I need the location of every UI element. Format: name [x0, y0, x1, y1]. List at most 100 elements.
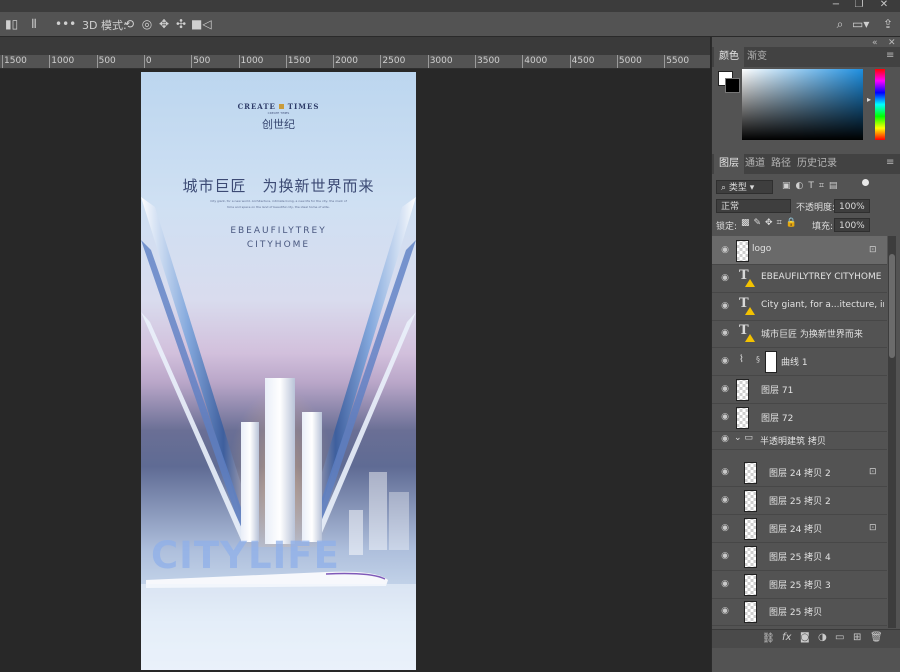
layer-name: 图层 72	[761, 413, 794, 424]
layer-row[interactable]: ◉ ⌇ § 曲线 1	[712, 347, 887, 377]
more-icon[interactable]: •••	[55, 17, 76, 31]
hue-slider-handle-icon[interactable]: ▸	[867, 95, 871, 104]
ruler-label: 500	[193, 56, 211, 66]
filter-toggle-icon[interactable]	[862, 179, 869, 186]
visibility-eye-icon[interactable]: ◉	[719, 434, 731, 444]
ruler-label: 3500	[477, 56, 500, 66]
align-left-icon[interactable]: ▮▯	[5, 17, 18, 31]
poster-logo: CREATE TIMES	[141, 102, 416, 111]
layer-row[interactable]: ◉ logo ⊡	[712, 236, 887, 265]
restore-icon[interactable]: ❐	[849, 0, 869, 12]
tab-color[interactable]: 颜色	[714, 47, 744, 67]
layer-row[interactable]: ◉ T EBEAUFILYTREY CITYHOME	[712, 264, 887, 293]
visibility-eye-icon[interactable]: ◉	[719, 412, 731, 422]
ruler-label: 500	[98, 56, 116, 66]
visibility-eye-icon[interactable]: ◉	[719, 301, 731, 311]
distribute-icon[interactable]: ⫴	[28, 17, 40, 31]
opacity-input[interactable]: 100%	[834, 199, 870, 213]
adjustment-icon[interactable]: ◑	[818, 632, 827, 643]
layer-scrollbar-thumb[interactable]	[889, 254, 895, 358]
layer-thumbnail	[736, 379, 749, 401]
visibility-eye-icon[interactable]: ◉	[719, 606, 731, 616]
minimize-icon[interactable]: −	[826, 0, 846, 12]
glass-block-3	[389, 492, 409, 550]
layer-filter-icons[interactable]: ▣◐T⌗▤	[782, 181, 842, 191]
layer-row[interactable]: ◉图层 70	[712, 625, 887, 628]
color-picker-field[interactable]	[742, 69, 863, 140]
color-panel-tabs: 颜色 渐变 ≡	[712, 47, 900, 67]
visibility-eye-icon[interactable]: ◉	[719, 551, 731, 561]
ruler-tick	[380, 55, 382, 68]
layer-row[interactable]: ◉TCity giant, for a...itecture, intimat	[712, 292, 887, 321]
blend-mode-dropdown[interactable]: 正常	[716, 199, 791, 213]
mask-icon[interactable]: ◙	[800, 632, 810, 643]
visibility-eye-icon[interactable]: ◉	[719, 467, 731, 477]
folder-icon[interactable]: ▭	[835, 632, 844, 643]
layer-filter-dropdown[interactable]: ⌕ 类型 ▾	[716, 180, 773, 194]
fx-icon[interactable]: fx	[782, 632, 791, 643]
ruler-tick	[285, 55, 287, 68]
ruler-label: 1000	[51, 56, 75, 66]
background-color-swatch[interactable]	[725, 78, 740, 93]
visibility-eye-icon[interactable]: ◉	[719, 384, 731, 394]
close-icon[interactable]: ✕	[874, 0, 894, 12]
visibility-eye-icon[interactable]: ◉	[719, 328, 731, 338]
visibility-eye-icon[interactable]: ◉	[719, 273, 731, 283]
layer-row[interactable]: ◉ ⌄ ▭ 半透明建筑 拷贝	[712, 431, 887, 450]
layer-name: 图层 24 拷贝 2	[769, 469, 831, 480]
layer-name: 城市巨匠 为换新世界而来	[761, 330, 863, 341]
new-layer-icon[interactable]: ⊞	[853, 632, 861, 643]
folder-icon[interactable]: ⌄ ▭	[734, 433, 753, 443]
layer-row[interactable]: ◉ 图层 25 拷贝 4	[712, 542, 887, 571]
layer-mask-thumbnail[interactable]	[765, 351, 777, 374]
layer-row[interactable]: ◉ 图层 25 拷贝 2	[712, 486, 887, 516]
curves-adjustment-icon: ⌇	[739, 354, 744, 366]
layer-row[interactable]: ◉ T 城市巨匠 为换新世界而来	[712, 319, 887, 349]
visibility-eye-icon[interactable]: ◉	[719, 495, 731, 505]
poster-small-copy-2: time and space on the land of beautiful …	[227, 205, 330, 209]
color-panel-menu-icon[interactable]: ≡	[886, 50, 894, 61]
left-tower	[241, 422, 259, 542]
layer-row[interactable]: ◉ 图层 24 拷贝 ⊡	[712, 514, 887, 543]
layer-thumbnail	[744, 518, 757, 540]
ruler-label: 4000	[524, 56, 548, 66]
trash-icon[interactable]: 🗑	[870, 632, 883, 643]
search-icon[interactable]: ⌕	[833, 17, 847, 31]
layer-scrollbar[interactable]	[888, 236, 896, 628]
poster-artwork	[141, 197, 416, 670]
layer-row[interactable]: ◉ 图层 25 拷贝	[712, 597, 887, 627]
layers-panel-menu-icon[interactable]: ≡	[886, 157, 894, 168]
layer-row[interactable]: ◉ 图层 72	[712, 403, 887, 432]
warning-icon	[745, 334, 755, 343]
document-canvas[interactable]: CREATE TIMES CREATE TIMES 创世纪 城市巨匠 为换新世界…	[141, 72, 416, 670]
ruler-tick	[2, 55, 3, 68]
workspace-icon[interactable]: ▭▾	[852, 17, 869, 31]
tab-gradient[interactable]: 渐变	[742, 47, 772, 67]
roll-3d-icon[interactable]: ◎	[140, 17, 154, 31]
visibility-eye-icon[interactable]: ◉	[719, 356, 731, 366]
ground-fog	[141, 584, 416, 670]
warning-icon	[745, 306, 755, 315]
layers-bottom-bar: ⛓ fx ◙ ◑ ▭ ⊞ 🗑	[712, 629, 900, 648]
slide-3d-icon[interactable]: ✣	[174, 17, 188, 31]
drag-3d-icon[interactable]: ✥	[157, 17, 171, 31]
layer-row[interactable]: ◉ 图层 24 拷贝 2 ⊡	[712, 458, 887, 488]
link-icon[interactable]: ⛓	[762, 633, 775, 644]
ruler-tick	[238, 55, 240, 68]
share-icon[interactable]: ⇪	[881, 17, 895, 31]
visibility-eye-icon[interactable]: ◉	[719, 579, 731, 589]
layer-row[interactable]: ◉ 图层 25 拷贝 3	[712, 570, 887, 599]
hue-slider[interactable]	[875, 69, 885, 140]
ruler-tick	[96, 55, 98, 68]
fill-input[interactable]: 100%	[834, 218, 870, 232]
lock-option-icons[interactable]: ▩✎✥⌗🔒	[741, 218, 801, 228]
tab-history[interactable]: 历史记录	[792, 154, 842, 174]
ruler-label: 0	[145, 56, 152, 66]
fill-value: 100%	[839, 221, 865, 231]
layer-row[interactable]: ◉ 图层 71	[712, 375, 887, 404]
visibility-eye-icon[interactable]: ◉	[719, 245, 731, 255]
ruler-tick	[143, 55, 145, 68]
camera-3d-icon[interactable]: ■◁	[191, 17, 212, 31]
ruler-label: 3000	[429, 56, 453, 66]
visibility-eye-icon[interactable]: ◉	[719, 523, 731, 533]
